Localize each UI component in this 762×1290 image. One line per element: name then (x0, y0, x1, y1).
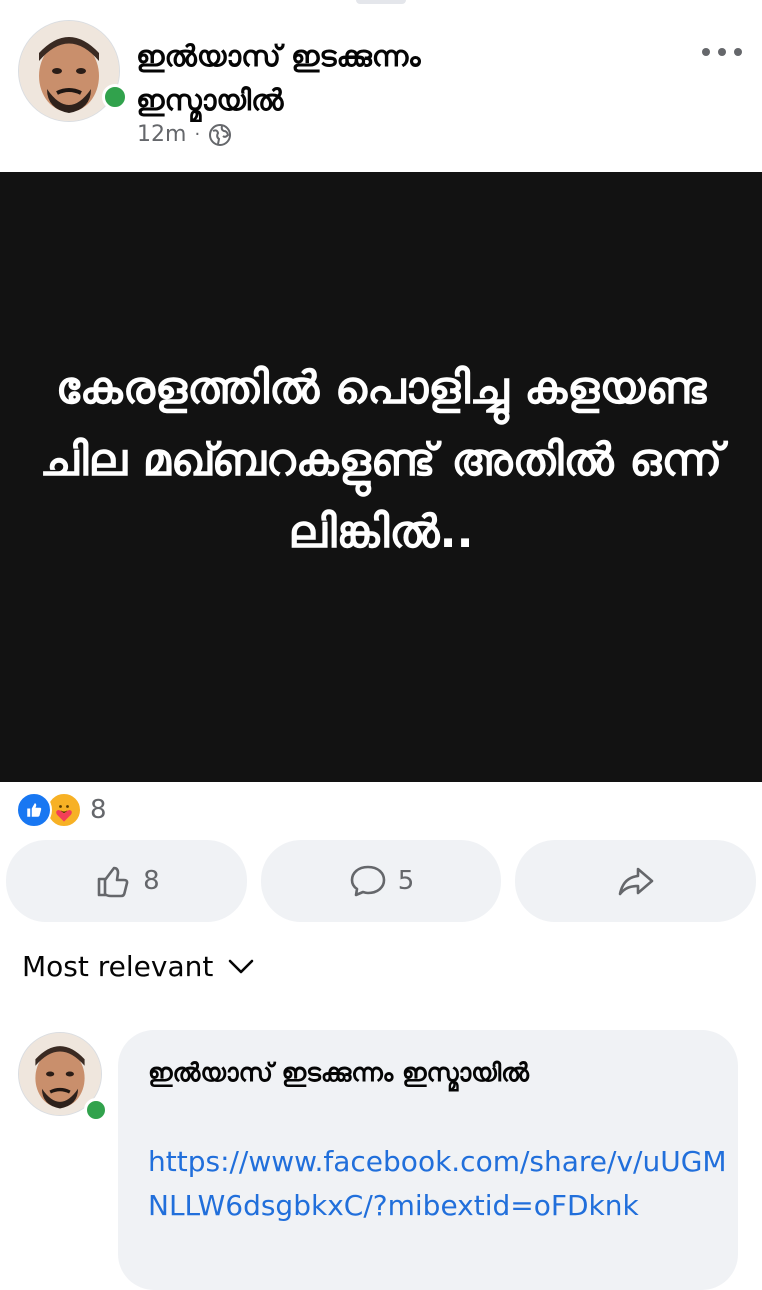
commenter-online-dot (84, 1098, 108, 1122)
share-button[interactable] (515, 840, 757, 922)
globe-icon[interactable] (208, 123, 232, 147)
like-button[interactable]: 8 (6, 840, 247, 922)
chevron-down-icon (229, 959, 254, 973)
more-dot (718, 48, 726, 56)
more-dot (702, 48, 710, 56)
post-time[interactable]: 12m (137, 122, 186, 147)
more-dot (734, 48, 742, 56)
more-options-button[interactable] (702, 40, 742, 64)
post-action-bar: 8 5 (6, 840, 757, 922)
avatar-photo (19, 21, 119, 121)
comment-bubble[interactable]: ഇൽയാസ് ഇടക്കുന്നം ഇസ്മായിൽ https://www.f… (118, 1030, 738, 1290)
like-reaction-icon (16, 792, 52, 828)
post-meta: 12m · (137, 122, 232, 147)
reaction-count: 8 (90, 795, 107, 825)
comment-author-name[interactable]: ഇൽയാസ് ഇടക്കുന്നം ഇസ്മായിൽ (148, 1052, 708, 1094)
like-count: 8 (143, 866, 160, 896)
share-icon (618, 867, 653, 896)
post-header: ഇൽയാസ് ഇടക്കുന്നം ഇസ്മായിൽ 12m · (0, 0, 762, 172)
comment-link[interactable]: https://www.facebook.com/share/v/uUGMNLL… (148, 1140, 728, 1228)
comment-sort-dropdown[interactable]: Most relevant (22, 950, 255, 983)
sort-label: Most relevant (22, 950, 214, 983)
post-image[interactable]: കേരളത്തിൽ പൊളിച്ചു കളയണ്ട ചില മഖ്ബറകളുണ്… (0, 172, 762, 782)
online-status-dot (102, 84, 128, 110)
reactions-summary[interactable]: 8 (16, 792, 107, 828)
post-image-text: കേരളത്തിൽ പൊളിച്ചു കളയണ്ട ചില മഖ്ബറകളുണ്… (39, 360, 723, 558)
author-avatar[interactable] (18, 20, 120, 122)
like-icon (97, 866, 129, 898)
comment-button[interactable]: 5 (260, 840, 502, 922)
meta-separator: · (194, 124, 201, 145)
comment-count: 5 (397, 866, 415, 896)
post-author-name[interactable]: ഇൽയാസ് ഇടക്കുന്നം ഇസ്മായിൽ (136, 34, 556, 122)
comment-icon (350, 865, 386, 897)
